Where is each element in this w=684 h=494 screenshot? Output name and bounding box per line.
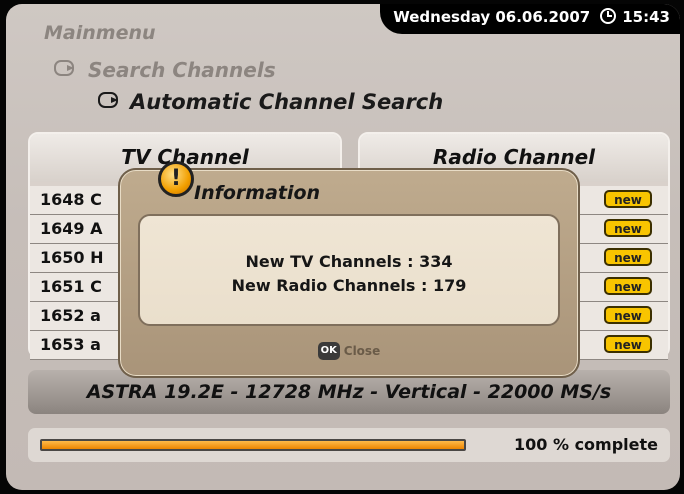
- new-badge: new: [604, 219, 652, 237]
- channel-name: A: [90, 219, 103, 238]
- dialog-message: New TV Channels : 334 New Radio Channels…: [138, 214, 560, 326]
- new-badge: new: [604, 277, 652, 295]
- new-badge: new: [604, 248, 652, 266]
- page-title: Automatic Channel Search: [98, 90, 443, 114]
- clock-icon: [600, 8, 617, 24]
- new-badge: new: [604, 335, 652, 353]
- page-title-label: Automatic Channel Search: [130, 90, 444, 114]
- channel-number: 1651: [40, 277, 85, 296]
- channel-number: 1648: [40, 190, 85, 209]
- date-text: Wednesday 06.06.2007: [393, 8, 591, 26]
- channel-number: 1650: [40, 248, 85, 267]
- new-radio-channels-text: New Radio Channels : 179: [231, 276, 467, 295]
- channel-name: a: [90, 306, 101, 325]
- new-tv-channels-text: New TV Channels : 334: [245, 252, 453, 271]
- close-label: Close: [343, 343, 381, 358]
- close-button[interactable]: OK Close: [120, 340, 578, 360]
- channel-name: a: [90, 335, 101, 354]
- new-badge: new: [604, 306, 652, 324]
- breadcrumb-search-channels: Search Channels: [54, 58, 276, 82]
- time-text: 15:43: [622, 8, 670, 26]
- progress-fill: [42, 441, 464, 449]
- progress-label: 100 % complete: [514, 435, 659, 454]
- breadcrumb-label: Mainmenu: [44, 22, 156, 44]
- arrow-icon: [98, 92, 118, 108]
- channel-number: 1649: [40, 219, 85, 238]
- channel-number: 1653: [40, 335, 85, 354]
- information-dialog: ! Information New TV Channels : 334 New …: [118, 161, 580, 378]
- channel-name: C: [90, 277, 102, 296]
- breadcrumb-label: Search Channels: [88, 58, 276, 82]
- clock-bar: Wednesday 06.06.2007 15:43: [380, 4, 680, 34]
- channel-name: H: [90, 248, 104, 267]
- channel-number: 1652: [40, 306, 85, 325]
- dialog-title: Information: [194, 182, 321, 204]
- new-badge: new: [604, 190, 652, 208]
- tv-screen: Wednesday 06.06.2007 15:43 Mainmenu Searc…: [6, 4, 680, 490]
- ok-button-icon: OK: [317, 341, 340, 360]
- warning-icon: !: [158, 161, 194, 197]
- search-progress: 100 % complete: [28, 428, 670, 462]
- arrow-icon: [54, 60, 74, 76]
- progress-bar: [40, 439, 466, 451]
- channel-name: C: [90, 190, 102, 209]
- breadcrumb-mainmenu: Mainmenu: [44, 22, 156, 44]
